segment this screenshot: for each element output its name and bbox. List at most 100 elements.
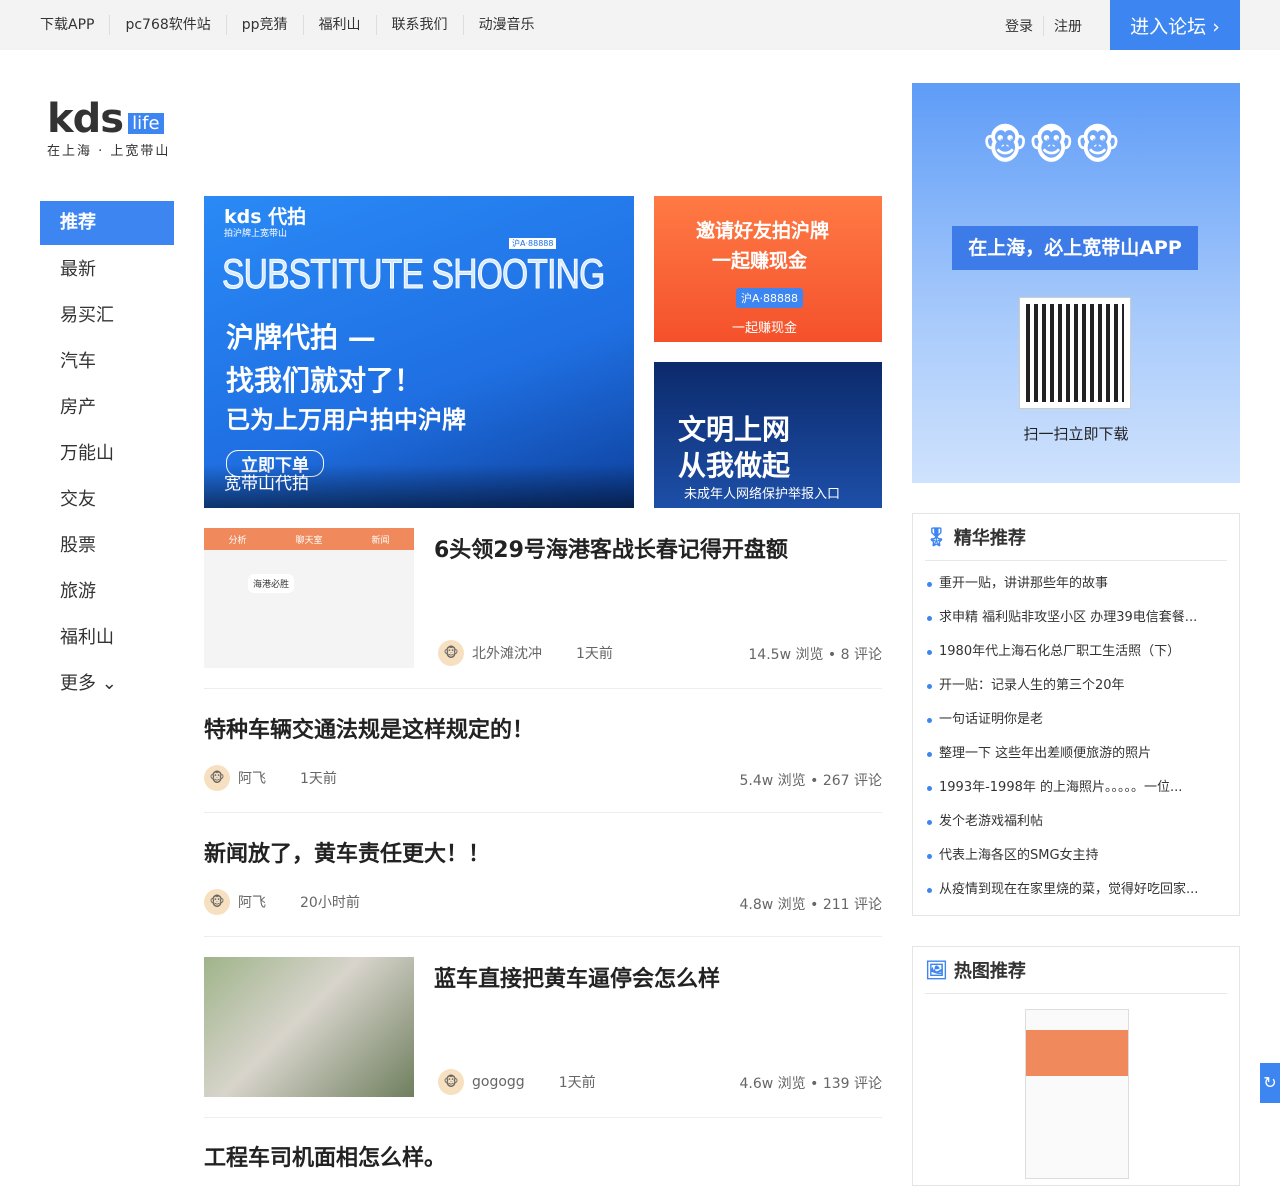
article-author[interactable]: gogogg	[472, 1074, 525, 1090]
invite-line1: 邀请好友拍沪牌	[696, 220, 830, 242]
article-thumbnail[interactable]: 分析 聊天室 新闻 海港必胜	[204, 528, 414, 668]
featured-item[interactable]: 重开一贴，讲讲那些年的故事	[913, 567, 1239, 601]
article-views: 14.5w 浏览	[748, 647, 824, 663]
sidebar-item-more[interactable]: 更多 ⌄	[40, 661, 174, 707]
sidebar-item-fulishan[interactable]: 福利山	[40, 615, 174, 661]
sidebar-item-travel[interactable]: 旅游	[40, 569, 174, 615]
article-views: 4.8w 浏览	[739, 897, 806, 913]
featured-item[interactable]: 1980年代上海石化总厂职工生活照（下）	[913, 635, 1239, 669]
banner-plate-bidding[interactable]: kds 代拍 拍沪牌上宽带山 沪A·88888 SUBSTITUTE SHOOT…	[204, 196, 634, 508]
avatar[interactable]: 🐵	[438, 1069, 464, 1095]
thumb-text: 海港必胜	[248, 574, 295, 593]
article-author[interactable]: 阿飞	[238, 768, 266, 788]
featured-item[interactable]: 发个老游戏福利帖	[913, 805, 1239, 839]
article-title[interactable]: 特种车辆交通法规是这样规定的！	[204, 712, 882, 744]
banner-caption: 宽带山代拍	[224, 474, 309, 494]
sidebar-item-wannengshan[interactable]: 万能山	[40, 431, 174, 477]
nav-pc768[interactable]: pc768软件站	[109, 15, 225, 35]
logo-tagline: 在上海 · 上宽带山	[47, 144, 171, 159]
sidebar-item-recommend[interactable]: 推荐	[40, 201, 174, 245]
featured-item[interactable]: 代表上海各区的SMG女主持	[913, 839, 1239, 873]
sidebar-item-house[interactable]: 房产	[40, 385, 174, 431]
register-link[interactable]: 注册	[1043, 16, 1092, 36]
article-time: 1天前	[576, 646, 613, 662]
divider	[204, 1117, 882, 1118]
article-title[interactable]: 新闻放了，黄车责任更大！！	[204, 836, 882, 868]
award-icon: 🎖	[925, 526, 948, 548]
article-comments: 211 评论	[822, 897, 882, 913]
avatar[interactable]: 🐵	[204, 765, 230, 791]
nav-contact[interactable]: 联系我们	[375, 15, 463, 35]
article-item: 新闻放了，黄车责任更大！！ 🐵 阿飞 20小时前 4.8w 浏览 • 211 评论	[204, 836, 882, 916]
banner-line2: 找我们就对了！	[226, 364, 423, 397]
featured-item[interactable]: 整理一下 这些年出差顺便旅游的照片	[913, 737, 1239, 771]
nav-fulishan[interactable]: 福利山	[302, 15, 376, 35]
article-item: 特种车辆交通法规是这样规定的！ 🐵 阿飞 1天前 5.4w 浏览 • 267 评论	[204, 712, 882, 792]
enter-forum-button[interactable]: 进入论坛 ›	[1110, 0, 1240, 50]
featured-item[interactable]: 开一贴：记录人生的第三个20年	[913, 669, 1239, 703]
avatar[interactable]: 🐵	[438, 640, 464, 666]
hot-images-title: 热图推荐	[953, 961, 1026, 982]
thumb-tab: 聊天室	[295, 535, 323, 546]
sidebar-item-stock[interactable]: 股票	[40, 523, 174, 569]
invite-caption: 一起赚现金	[732, 321, 798, 336]
sidebar-item-dating[interactable]: 交友	[40, 477, 174, 523]
refresh-icon[interactable]: ↻	[1260, 1063, 1280, 1103]
article-time: 20小时前	[300, 895, 360, 911]
banner-line3: 已为上万用户拍中沪牌	[226, 406, 466, 434]
article-title[interactable]: 蓝车直接把黄车逼停会怎么样	[434, 961, 882, 993]
app-promo-title: 在上海，必上宽带山APP	[952, 226, 1198, 270]
logo-badge: life	[128, 113, 164, 134]
article-item: 蓝车直接把黄车逼停会怎么样 🐵 gogogg 1天前 4.6w 浏览 • 139 评…	[434, 961, 882, 1101]
article-views: 4.6w 浏览	[739, 1076, 806, 1092]
app-download-panel: 🐵🐵🐵 在上海，必上宽带山APP 扫一扫立即下载	[912, 83, 1240, 483]
nav-download-app[interactable]: 下载APP	[40, 15, 109, 35]
article-time: 1天前	[300, 771, 337, 787]
civil-line1: 文明上网	[678, 413, 791, 446]
civil-line2: 从我做起	[678, 449, 791, 482]
banner-civil-internet[interactable]: 文明上网 从我做起 未成年人网络保护举报入口	[654, 362, 882, 508]
featured-title: 精华推荐	[953, 528, 1026, 549]
featured-item[interactable]: 1993年-1998年 的上海照片。。。。。一位...	[913, 771, 1239, 805]
article-title[interactable]: 工程车司机面相怎么样。	[204, 1140, 882, 1172]
hot-images-panel: 🖼 热图推荐	[912, 946, 1240, 1186]
invite-line2: 一起赚现金	[712, 250, 808, 272]
sidebar-item-car[interactable]: 汽车	[40, 339, 174, 385]
article-title[interactable]: 6头领29号海港客战长春记得开盘额	[434, 532, 882, 564]
article-author[interactable]: 阿飞	[238, 892, 266, 912]
article-time: 1天前	[558, 1075, 596, 1091]
image-icon: 🖼	[925, 959, 948, 981]
civil-caption: 未成年人网络保护举报入口	[684, 487, 841, 502]
nav-pp[interactable]: pp竞猜	[225, 15, 303, 35]
sidebar-item-market[interactable]: 易买汇	[40, 293, 174, 339]
article-item: 6头领29号海港客战长春记得开盘额 🐵 北外滩沈冲 1天前 14.5w 浏览 • 8…	[434, 532, 882, 677]
banner-invite[interactable]: 邀请好友拍沪牌 一起赚现金 沪A·88888 一起赚现金	[654, 196, 882, 342]
hot-image-thumbnail[interactable]	[1025, 1009, 1129, 1179]
banner-big-text: SUBSTITUTE SHOOTING	[222, 250, 606, 298]
article-views: 5.4w 浏览	[739, 773, 806, 789]
article-thumbnail[interactable]	[204, 957, 414, 1097]
nav-anime-music[interactable]: 动漫音乐	[462, 15, 550, 35]
thumb-tab: 分析	[228, 535, 247, 546]
invite-plate: 沪A·88888	[736, 288, 804, 308]
article-comments: 8 评论	[840, 647, 882, 663]
site-logo[interactable]: kds life 在上海 · 上宽带山	[47, 98, 170, 159]
mascot-icon: 🐵🐵🐵	[982, 123, 1121, 169]
divider	[204, 936, 882, 937]
featured-item[interactable]: 求申精 福利贴非攻坚小区 办理39电信套餐...	[913, 601, 1239, 635]
logo-text: kds	[47, 96, 124, 142]
banner-plate: 沪A·88888	[509, 238, 557, 249]
scan-download-text: 扫一扫立即下载	[1023, 425, 1129, 443]
banner-line1: 沪牌代拍 —	[226, 321, 376, 354]
top-nav: 下载APP pc768软件站 pp竞猜 福利山 联系我们 动漫音乐	[40, 0, 550, 50]
qr-code	[1020, 298, 1130, 408]
article-author[interactable]: 北外滩沈冲	[472, 643, 542, 663]
banner-brand-sub: 拍沪牌上宽带山	[224, 229, 288, 239]
sidebar-item-latest[interactable]: 最新	[40, 247, 174, 293]
top-bar: 下载APP pc768软件站 pp竞猜 福利山 联系我们 动漫音乐 登录 注册 …	[0, 0, 1280, 50]
avatar[interactable]: 🐵	[204, 889, 230, 915]
login-link[interactable]: 登录	[995, 16, 1043, 36]
banner-brand: kds 代拍	[224, 206, 307, 228]
featured-item[interactable]: 一句话证明你是老	[913, 703, 1239, 737]
featured-item[interactable]: 从疫情到现在在家里烧的菜，觉得好吃回家...	[913, 873, 1239, 907]
